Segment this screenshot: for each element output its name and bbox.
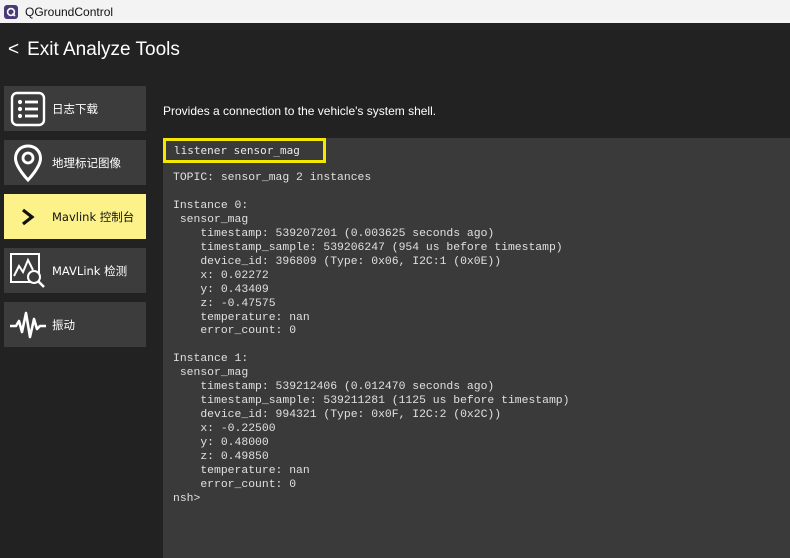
sidebar-item-vibration[interactable]: 振动 bbox=[4, 302, 146, 347]
back-button-label: Exit Analyze Tools bbox=[27, 39, 180, 60]
qgc-logo-icon bbox=[4, 4, 18, 19]
map-pin-icon bbox=[4, 140, 52, 185]
exit-analyze-tools-button[interactable]: < Exit Analyze Tools bbox=[8, 39, 180, 61]
sidebar-item-label: 日志下载 bbox=[52, 101, 98, 116]
chevron-right-icon bbox=[4, 194, 52, 239]
sidebar-item-label: 振动 bbox=[52, 317, 75, 332]
command-input[interactable] bbox=[163, 138, 326, 163]
mavlink-console[interactable]: TOPIC: sensor_mag 2 instances Instance 0… bbox=[163, 138, 790, 558]
sidebar-item-mavlink-inspector[interactable]: MAVLink 检测 bbox=[4, 248, 146, 293]
sidebar-item-mavlink-console[interactable]: Mavlink 控制台 bbox=[4, 194, 146, 239]
list-icon bbox=[4, 86, 52, 131]
sidebar-item-geotag-images[interactable]: 地理标记图像 bbox=[4, 140, 146, 185]
page-description: Provides a connection to the vehicle's s… bbox=[163, 104, 437, 118]
console-output: TOPIC: sensor_mag 2 instances Instance 0… bbox=[173, 172, 570, 505]
back-chevron-icon: < bbox=[8, 39, 20, 60]
vibration-wave-icon bbox=[4, 302, 52, 347]
analyze-sidebar: 日志下载 地理标记图像 Mavlink 控制台 MAVLink 检测 振动 bbox=[0, 83, 156, 558]
sidebar-item-log-download[interactable]: 日志下载 bbox=[4, 86, 146, 131]
window-titlebar: QGroundControl bbox=[0, 0, 790, 23]
chart-magnifier-icon bbox=[4, 248, 52, 293]
sidebar-item-label: Mavlink 控制台 bbox=[52, 209, 135, 224]
sidebar-item-label: 地理标记图像 bbox=[52, 155, 121, 170]
page-header: < Exit Analyze Tools bbox=[0, 23, 790, 83]
sidebar-item-label: MAVLink 检测 bbox=[52, 263, 128, 278]
window-title: QGroundControl bbox=[25, 4, 114, 19]
